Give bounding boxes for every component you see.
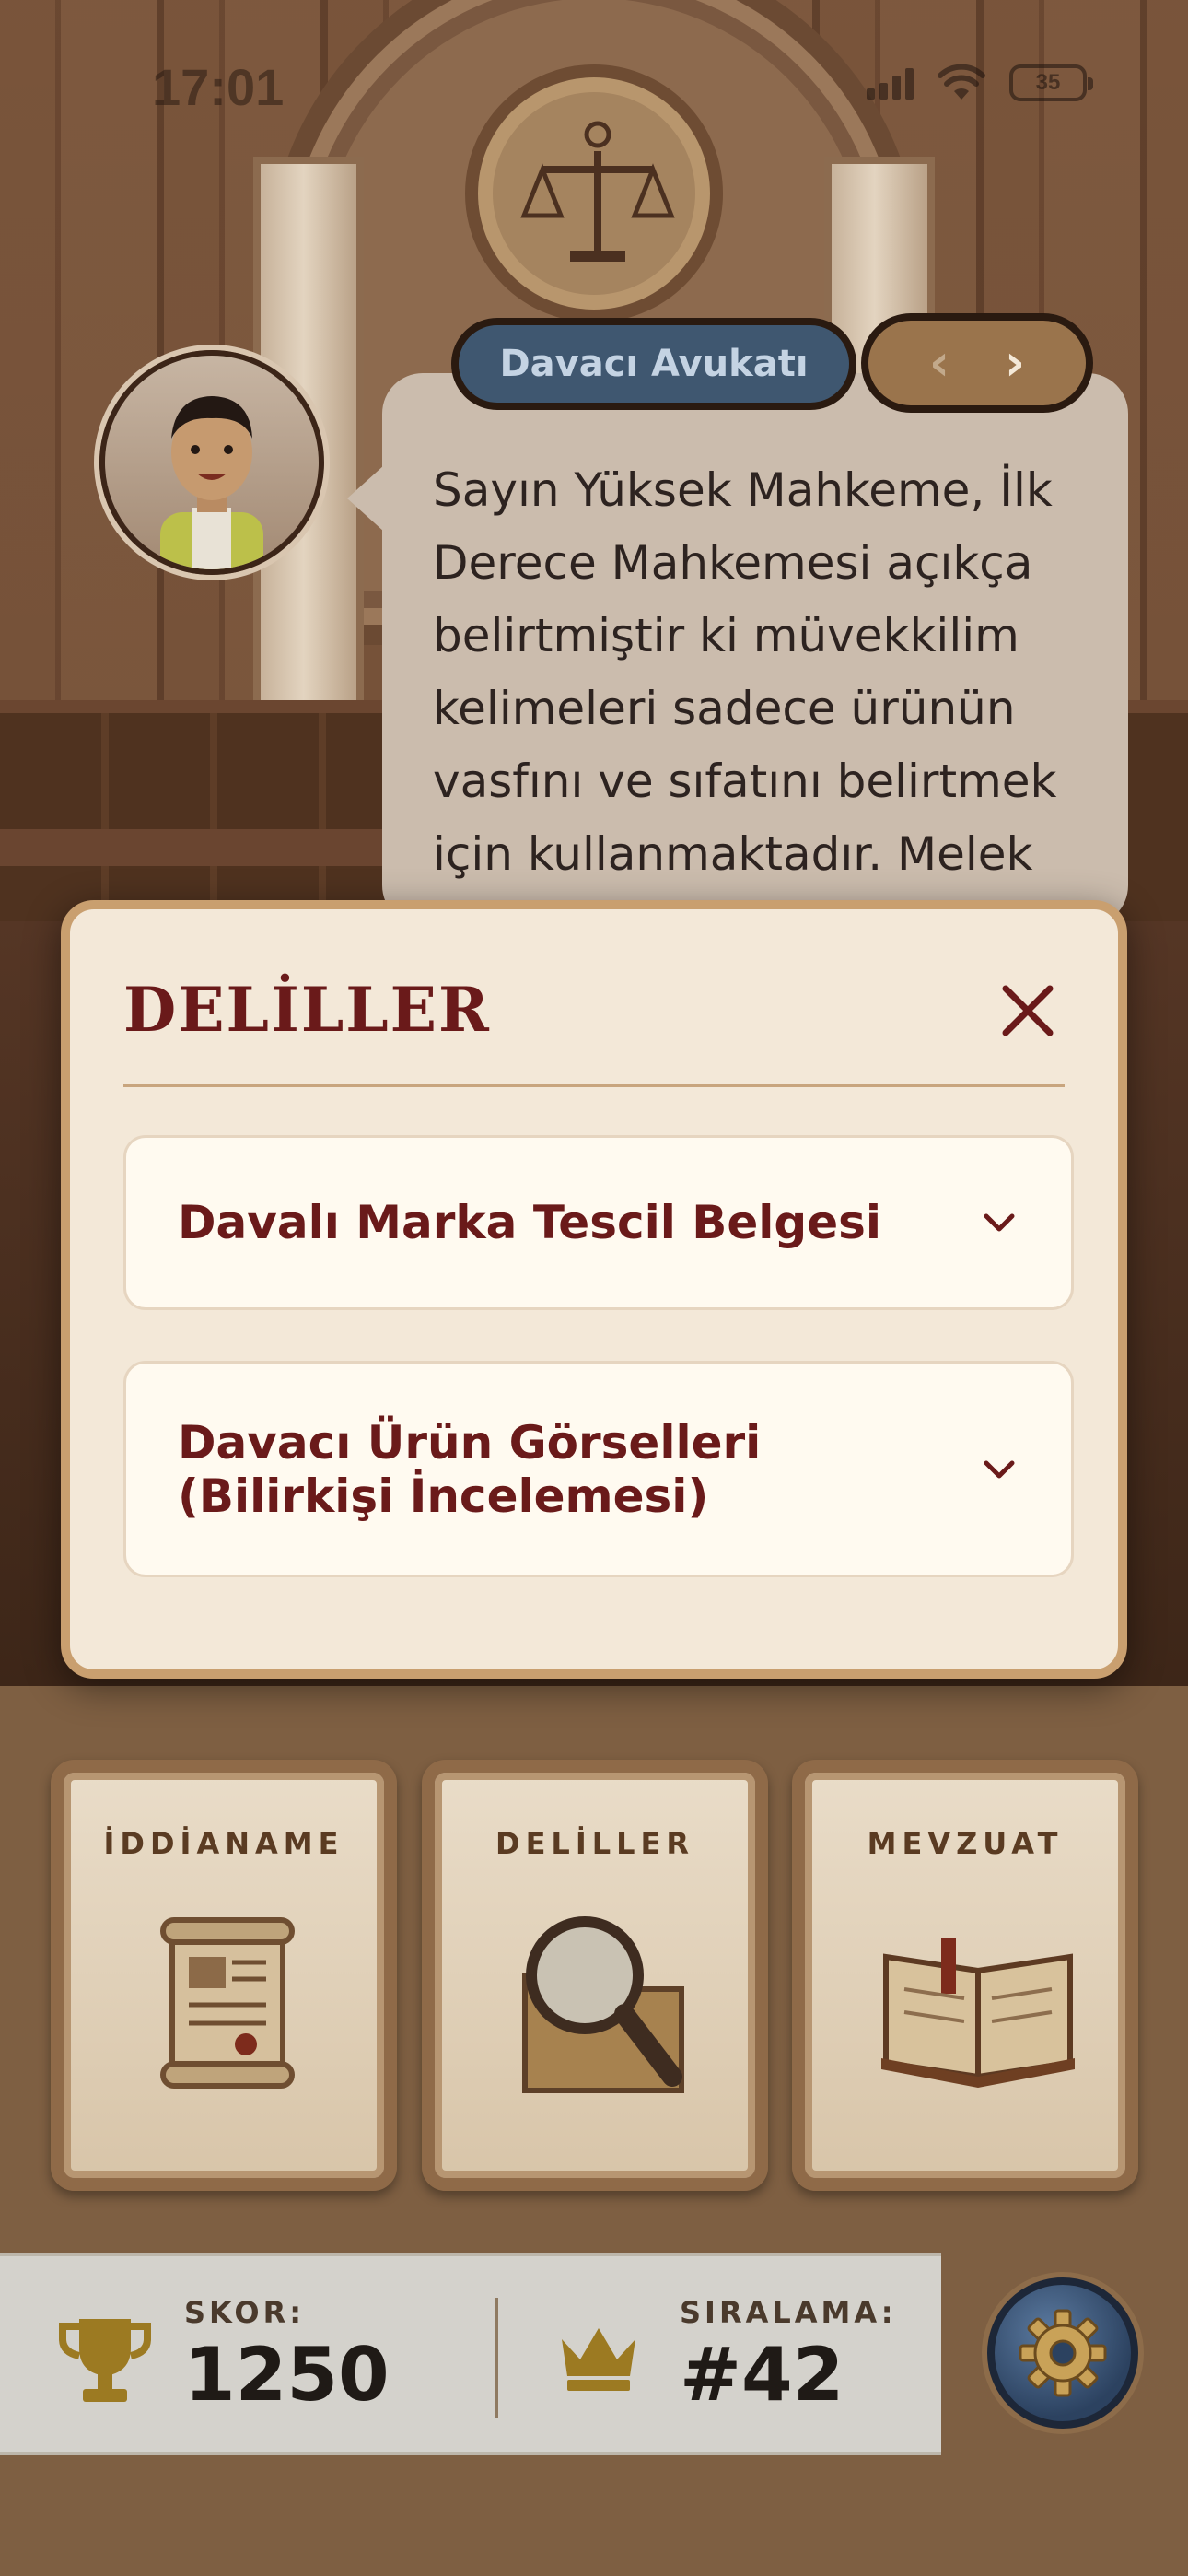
score-label: SKOR:: [184, 2295, 306, 2330]
scroll-icon: [160, 1917, 295, 2089]
chevron-down-icon: [984, 1460, 1015, 1478]
magnifier-folder-icon: [522, 1916, 684, 2093]
score-value: 1250: [184, 2332, 390, 2418]
trophy-icon: [59, 2319, 151, 2402]
lawyer-avatar: [99, 350, 324, 575]
chevron-down-icon: [984, 1213, 1015, 1232]
evidence-modal: DELİLLER Davalı Marka Tescil Belgesi Dav…: [61, 900, 1127, 1679]
cellular-signal-icon: [867, 66, 914, 100]
evidence-item-label: Davacı Ürün Görselleri (Bilirkişi İncele…: [178, 1415, 762, 1523]
chevron-right-icon[interactable]: ›: [1005, 338, 1025, 388]
dialogue-navigation: ‹ ›: [861, 313, 1093, 413]
evidence-item[interactable]: Davacı Ürün Görselleri (Bilirkişi İncele…: [123, 1361, 1074, 1577]
settings-button[interactable]: [987, 2277, 1138, 2429]
legislation-card[interactable]: MEVZUAT: [792, 1760, 1138, 2191]
rank-value: #42: [680, 2332, 844, 2418]
card-label: DELİLLER: [495, 1826, 694, 1861]
status-bar: 17:01 35: [0, 0, 1188, 175]
wifi-icon: [938, 64, 985, 100]
evidence-card[interactable]: DELİLLER: [422, 1760, 768, 2191]
speaker-name-tab: Davacı Avukatı: [451, 318, 856, 410]
rank-label: SIRALAMA:: [680, 2295, 897, 2330]
speech-bubble: Sayın Yüksek Mahkeme, İlk Derece Mahkeme…: [347, 373, 1128, 926]
dialogue-text: Sayın Yüksek Mahkeme, İlk Derece Mahkeme…: [433, 463, 1057, 881]
chevron-left-icon[interactable]: ‹: [929, 338, 949, 388]
counsel-table: [0, 829, 387, 866]
modal-title: DELİLLER: [123, 974, 491, 1046]
stats-divider: [495, 2298, 498, 2418]
gear-icon: [1019, 2309, 1107, 2397]
card-label: İDDİANAME: [103, 1826, 344, 1861]
battery-icon: 35: [1009, 64, 1093, 101]
evidence-item-label: Davalı Marka Tescil Belgesi: [178, 1196, 882, 1249]
indictment-card[interactable]: İDDİANAME: [51, 1760, 397, 2191]
status-time: 17:01: [152, 58, 285, 116]
card-label: MEVZUAT: [867, 1826, 1064, 1861]
crown-icon: [562, 2328, 635, 2391]
status-icons: 35: [867, 64, 1093, 101]
speaker-name: Davacı Avukatı: [499, 343, 809, 385]
evidence-item[interactable]: Davalı Marka Tescil Belgesi: [123, 1135, 1074, 1310]
modal-divider: [123, 1084, 1065, 1087]
open-book-icon: [881, 1938, 1075, 2088]
close-icon[interactable]: [991, 974, 1065, 1048]
stats-bar: SKOR: 1250 SIRALAMA: #42: [0, 2253, 941, 2455]
battery-level: 35: [1035, 70, 1061, 95]
